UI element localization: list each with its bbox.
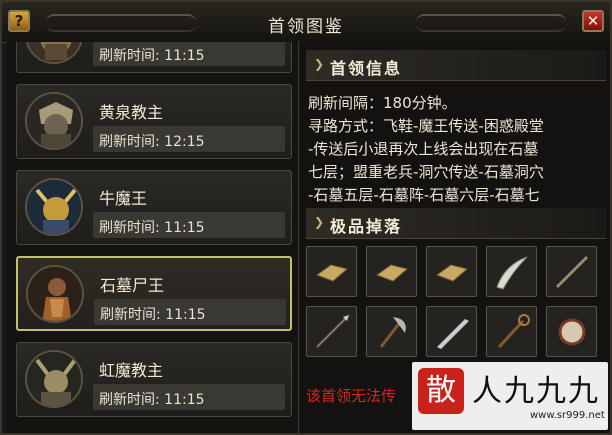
boss-info-text: 刷新间隔：180分钟。 寻路方式：飞鞋-魔王传送-困惑殿堂 -传送后小退再次上线… [308, 92, 606, 207]
drop-slot[interactable] [486, 306, 537, 357]
info-line: 刷新间隔：180分钟。 [308, 94, 457, 112]
boss-card-selected[interactable]: 石墓尸王 刷新时间: 11:15 [16, 256, 292, 331]
boss-name: 石墓尸王 [100, 276, 165, 295]
info-section-header: ❯ 首领信息 [306, 50, 606, 81]
watermark-url: www.sr999.net [530, 410, 605, 421]
watermark-seal: 散 [418, 368, 464, 414]
drop-slot[interactable] [366, 306, 417, 357]
close-button[interactable]: ✕ [582, 10, 604, 32]
refresh-time: 刷新时间: 11:15 [99, 48, 205, 64]
boss-card[interactable]: 牛魔王 刷新时间: 11:15 [16, 170, 292, 245]
refresh-time-bar: 刷新时间: 11:15 [93, 42, 285, 66]
watermark: 散 人九九九 www.sr999.net [412, 362, 608, 430]
refresh-time: 刷新时间: 11:15 [99, 392, 205, 408]
refresh-time: 刷新时间: 12:15 [99, 134, 205, 150]
drop-slot[interactable] [486, 246, 537, 297]
section-arrow-icon: ❯ [314, 215, 325, 229]
sabre-icon [496, 256, 528, 290]
boss-card[interactable]: 刷新时间: 11:15 [16, 42, 292, 73]
watermark-text: 人九九九 [472, 374, 600, 409]
scroll-icon [315, 264, 349, 282]
boss-portrait-icon [25, 42, 83, 64]
info-line: 七层；盟重老兵-洞穴传送-石墓洞穴 [308, 163, 544, 181]
boss-portrait-icon [25, 92, 83, 150]
drop-slot[interactable] [426, 306, 477, 357]
drops-section-title: 极品掉落 [330, 217, 403, 236]
axe-icon [379, 317, 406, 348]
info-section-title: 首领信息 [330, 59, 403, 78]
title-bar: 首领图鉴 ? ✕ [2, 2, 610, 43]
spear-icon [316, 315, 349, 348]
sword-icon [555, 255, 589, 289]
info-line: -石墓五层-石墓阵-石墓六层-石墓七 [308, 186, 540, 204]
orb-icon [558, 318, 586, 346]
boss-portrait-icon [25, 350, 83, 408]
teleport-warning: 该首领无法传 [306, 387, 397, 405]
boss-list[interactable]: 刷新时间: 11:15 黄泉教主 刷新时间: 12:15 牛魔王 刷新时间: 1… [6, 42, 299, 433]
boss-name: 黄泉教主 [99, 103, 164, 122]
staff-icon [497, 314, 530, 349]
drop-slot[interactable] [306, 246, 357, 297]
drop-slot[interactable] [546, 246, 597, 297]
help-button[interactable]: ? [8, 10, 30, 32]
info-line: -传送后小退再次上线会出现在石墓 [308, 140, 539, 158]
drop-slot[interactable] [546, 306, 597, 357]
info-line: 寻路方式：飞鞋-魔王传送-困惑殿堂 [308, 117, 544, 135]
scroll-icon [375, 264, 409, 282]
refresh-time: 刷新时间: 11:15 [99, 220, 205, 236]
blade-icon [437, 319, 469, 349]
boss-portrait-icon [25, 178, 83, 236]
scroll-icon [435, 264, 469, 282]
boss-name: 牛魔王 [99, 189, 148, 208]
boss-card[interactable]: 虹魔教主 刷新时间: 11:15 [16, 342, 292, 417]
drops-section-header: ❯ 极品掉落 [306, 208, 606, 239]
boss-portrait-icon [26, 265, 84, 323]
boss-card[interactable]: 黄泉教主 刷新时间: 12:15 [16, 84, 292, 159]
drop-slot[interactable] [366, 246, 417, 297]
refresh-time-bar: 刷新时间: 11:15 [93, 212, 285, 238]
refresh-time-bar: 刷新时间: 12:15 [93, 126, 285, 152]
refresh-time-bar: 刷新时间: 11:15 [94, 299, 286, 325]
section-arrow-icon: ❯ [314, 57, 325, 71]
boss-name: 虹魔教主 [99, 361, 164, 380]
refresh-time: 刷新时间: 11:15 [100, 307, 206, 323]
drop-slot[interactable] [426, 246, 477, 297]
drop-slot[interactable] [306, 306, 357, 357]
window-title: 首领图鉴 [268, 17, 344, 37]
refresh-time-bar: 刷新时间: 11:15 [93, 384, 285, 410]
